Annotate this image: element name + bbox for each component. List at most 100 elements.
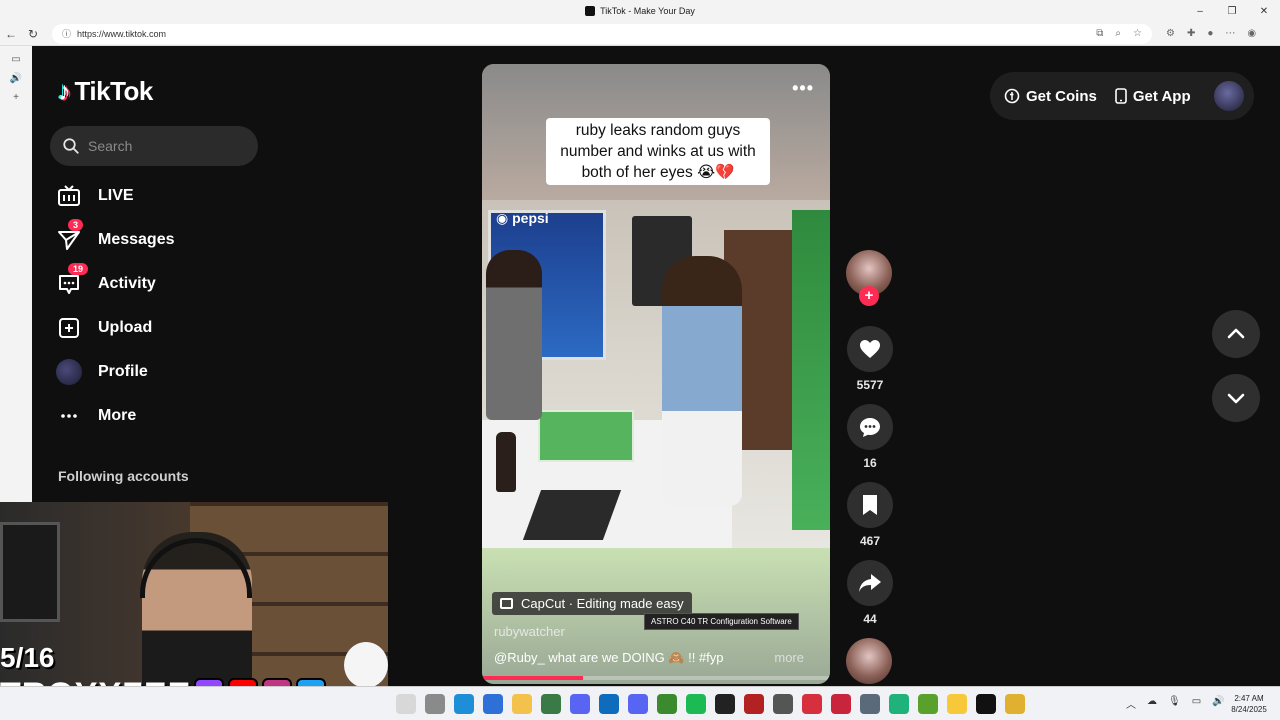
- comment-action[interactable]: 16: [846, 404, 894, 470]
- person-right-shape: [662, 256, 742, 506]
- snowman-shape: [344, 642, 388, 686]
- epic-games-icon[interactable]: [715, 694, 735, 714]
- video-progress-bar[interactable]: [482, 676, 830, 680]
- search-input[interactable]: [88, 138, 238, 154]
- minimize-icon[interactable]: –: [1184, 0, 1216, 22]
- shelf-shape: [792, 210, 830, 530]
- reload-icon[interactable]: ↻: [22, 27, 44, 41]
- like-action[interactable]: 5577: [846, 326, 894, 392]
- utility-icon[interactable]: [918, 694, 938, 714]
- browser-menu-icon[interactable]: ⋯: [1225, 28, 1235, 39]
- save-action[interactable]: 467: [846, 482, 894, 548]
- settings-icon[interactable]: [860, 694, 880, 714]
- get-coins-button[interactable]: Get Coins: [1004, 88, 1097, 105]
- bookmark-icon: [863, 495, 877, 515]
- capcut-tag[interactable]: CapCut · Editing made easy: [492, 592, 692, 615]
- copilot-icon[interactable]: ◉: [1247, 28, 1256, 39]
- cloud-icon[interactable]: ☁: [1147, 696, 1157, 711]
- volume-icon[interactable]: 🔊: [1212, 696, 1224, 711]
- comment-button[interactable]: [847, 404, 893, 450]
- share-button[interactable]: [847, 560, 893, 606]
- store-icon[interactable]: [483, 694, 503, 714]
- search-taskbar-icon[interactable]: [396, 694, 416, 714]
- mic-icon[interactable]: 🎙: [1168, 696, 1181, 711]
- sidebar-item-label: LIVE: [98, 187, 134, 204]
- sidebar-item-upload[interactable]: Upload: [56, 306, 276, 350]
- video-username[interactable]: rubywatcher: [494, 624, 565, 639]
- person-left-shape: [486, 250, 542, 420]
- youtube-icon: ▶: [228, 678, 258, 686]
- search-box[interactable]: [50, 126, 258, 166]
- user-avatar[interactable]: [1214, 81, 1244, 111]
- copilot-taskbar-icon[interactable]: [570, 694, 590, 714]
- task-view-icon[interactable]: [425, 694, 445, 714]
- comment-count: 16: [863, 456, 877, 470]
- browser-profile-icon[interactable]: ●: [1207, 28, 1213, 39]
- video-player[interactable]: ◉ pepsi ruby leaks random guys number an…: [482, 64, 830, 684]
- site-info-icon[interactable]: ⓘ: [62, 27, 71, 40]
- video-progress-fill: [482, 676, 583, 680]
- like-button[interactable]: [847, 326, 893, 372]
- open-in-app-icon[interactable]: ⧉: [1096, 28, 1103, 39]
- discord-icon[interactable]: [628, 694, 648, 714]
- tray-chevron-icon[interactable]: ︿: [1126, 696, 1136, 711]
- notes-icon[interactable]: [947, 694, 967, 714]
- sidebar-item-label: Profile: [98, 363, 148, 380]
- sidebar-item-label: Activity: [98, 275, 156, 292]
- share-action[interactable]: 44: [846, 560, 894, 626]
- close-icon[interactable]: ✕: [1248, 0, 1280, 22]
- collections-icon[interactable]: ✚: [1187, 28, 1195, 39]
- extensions-icon[interactable]: ⚙: [1166, 28, 1175, 39]
- description-more-link[interactable]: more: [774, 650, 804, 665]
- window-controls: – ❐ ✕: [1184, 0, 1280, 22]
- restore-icon[interactable]: ❐: [1216, 0, 1248, 22]
- url-field[interactable]: ⓘ https://www.tiktok.com ⧉ ⌕ ☆: [52, 23, 1152, 44]
- taskbar-clock[interactable]: 2:47 AM 8/24/2025: [1226, 693, 1272, 715]
- calculator-icon[interactable]: [541, 694, 561, 714]
- top-right-bar: Get Coins Get App: [990, 72, 1254, 120]
- follow-plus-icon[interactable]: +: [859, 286, 879, 306]
- save-count: 467: [859, 534, 881, 548]
- tab-actions-icon[interactable]: ▭: [0, 54, 32, 65]
- taskbar-apps: [396, 694, 1025, 714]
- sidebar-item-more[interactable]: More: [56, 394, 276, 438]
- sidebar-item-profile[interactable]: Profile: [56, 350, 276, 394]
- sidebar-item-live[interactable]: LIVE: [56, 174, 276, 218]
- creator-avatar[interactable]: +: [846, 250, 892, 306]
- spotify-icon[interactable]: [686, 694, 706, 714]
- file-explorer-icon[interactable]: [512, 694, 532, 714]
- profile-avatar: [56, 359, 82, 385]
- next-video-button[interactable]: [1212, 374, 1260, 422]
- tiktok-logo[interactable]: ♪ TikTok: [58, 76, 153, 107]
- tiktok-taskbar-icon[interactable]: [976, 694, 996, 714]
- webcam-overlay: 5/16 TROYYZEE ▣ ▶ ◎ ✦: [0, 502, 388, 686]
- search-icon: [63, 138, 79, 154]
- video-description-text: @Ruby_ what are we DOING 🙈 !! #fyp: [494, 650, 724, 665]
- minecraft-icon[interactable]: [657, 694, 677, 714]
- save-button[interactable]: [847, 482, 893, 528]
- zoom-icon[interactable]: ⌕: [1115, 28, 1121, 39]
- phone-icon: [1115, 88, 1127, 104]
- astro-icon[interactable]: [889, 694, 909, 714]
- video-options-icon[interactable]: •••: [792, 78, 814, 99]
- get-app-button[interactable]: Get App: [1115, 88, 1191, 105]
- outlook-icon[interactable]: [599, 694, 619, 714]
- vivaldi-icon[interactable]: [831, 694, 851, 714]
- sidebar-item-messages[interactable]: 3 Messages: [56, 218, 276, 262]
- previous-video-button[interactable]: [1212, 310, 1260, 358]
- edge-icon[interactable]: [454, 694, 474, 714]
- new-tab-icon[interactable]: +: [0, 92, 32, 103]
- chrome-icon[interactable]: [1005, 694, 1025, 714]
- pepsi-logo: ◉ pepsi: [496, 210, 549, 226]
- obs-icon[interactable]: [773, 694, 793, 714]
- sound-avatar[interactable]: [846, 638, 892, 684]
- sidebar-item-label: Messages: [98, 231, 175, 248]
- game-app-icon[interactable]: [802, 694, 822, 714]
- audio-tab-icon[interactable]: 🔊: [0, 73, 32, 84]
- back-icon[interactable]: ←: [0, 27, 22, 41]
- favorite-star-icon[interactable]: ☆: [1133, 28, 1142, 39]
- sidebar-item-activity[interactable]: 19 Activity: [56, 262, 276, 306]
- recording-app-icon[interactable]: [744, 694, 764, 714]
- get-coins-label: Get Coins: [1026, 87, 1097, 105]
- display-icon[interactable]: ▭: [1192, 696, 1201, 711]
